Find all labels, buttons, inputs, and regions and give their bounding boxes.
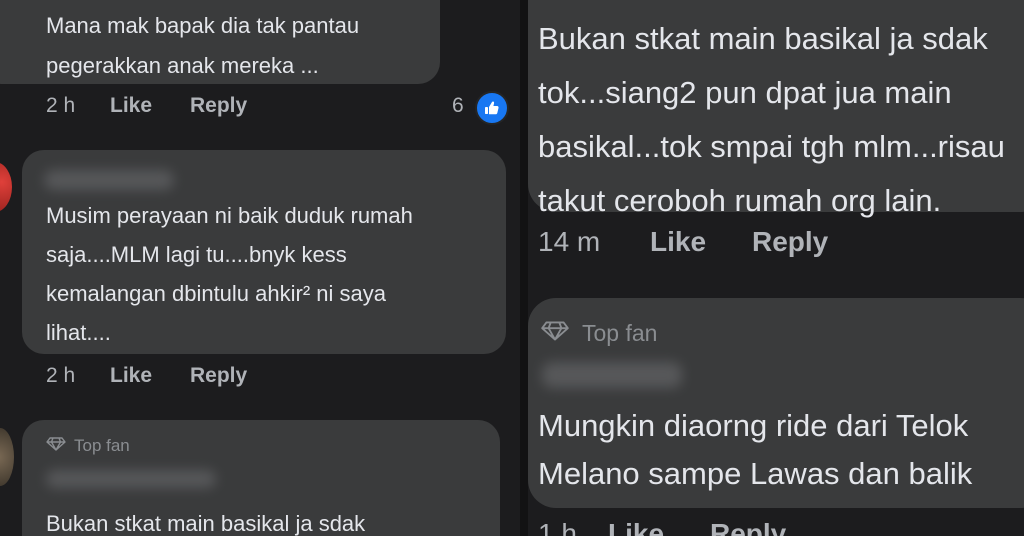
comment-actions: 1 h Like Reply bbox=[538, 518, 786, 536]
right-comment-panel: Bukan stkat main basikal ja sdak tok...s… bbox=[528, 0, 1024, 536]
top-fan-label: Top fan bbox=[582, 320, 658, 346]
avatar[interactable] bbox=[0, 162, 12, 212]
reply-button[interactable]: Reply bbox=[190, 94, 247, 118]
comment-text: Bukan stkat main basikal ja sdak tok...s… bbox=[538, 21, 1005, 218]
comment-time: 2 h bbox=[46, 94, 76, 117]
comment-actions: 2 h Like Reply bbox=[46, 364, 247, 388]
diamond-icon bbox=[46, 436, 66, 456]
reaction-count[interactable]: 6 bbox=[452, 94, 464, 118]
comment-actions: 14 m Like Reply bbox=[538, 226, 828, 258]
reply-button[interactable]: Reply bbox=[190, 364, 247, 388]
commenter-name-blurred[interactable] bbox=[46, 470, 216, 488]
comment-text: Mana mak bapak dia tak pantau pegerakkan… bbox=[46, 13, 360, 78]
panel-divider bbox=[520, 0, 528, 536]
comment-bubble: Bukan stkat main basikal ja sdak tok...s… bbox=[528, 0, 1024, 218]
like-button[interactable]: Like bbox=[110, 94, 190, 118]
reply-button[interactable]: Reply bbox=[710, 518, 786, 536]
top-fan-badge: Top fan bbox=[46, 436, 130, 456]
comment-text: Musim perayaan ni baik duduk rumah saja.… bbox=[46, 203, 413, 345]
comment-actions: 2 h Like Reply bbox=[46, 94, 247, 118]
left-comment-panel: Mana mak bapak dia tak pantau pegerakkan… bbox=[0, 0, 520, 536]
reply-button[interactable]: Reply bbox=[752, 226, 828, 258]
comment-time: 1 h bbox=[538, 518, 577, 536]
like-button[interactable]: Like bbox=[608, 518, 710, 536]
diamond-icon bbox=[540, 320, 570, 347]
avatar[interactable] bbox=[0, 428, 14, 486]
comment-text: Mungkin diaorng ride dari Telok Melano s… bbox=[538, 408, 973, 491]
commenter-name-blurred[interactable] bbox=[542, 362, 682, 388]
like-button[interactable]: Like bbox=[110, 364, 190, 388]
comment-time: 14 m bbox=[538, 226, 601, 257]
comment-text: Bukan stkat main basikal ja sdak bbox=[46, 511, 366, 536]
like-button[interactable]: Like bbox=[650, 226, 752, 258]
comment-time: 2 h bbox=[46, 364, 76, 387]
thumbs-up-icon[interactable] bbox=[475, 91, 509, 125]
top-fan-badge: Top fan bbox=[540, 320, 657, 347]
top-fan-label: Top fan bbox=[74, 436, 130, 455]
commenter-name-blurred[interactable] bbox=[44, 170, 174, 190]
comment-bubble: Mana mak bapak dia tak pantau pegerakkan… bbox=[0, 0, 440, 84]
